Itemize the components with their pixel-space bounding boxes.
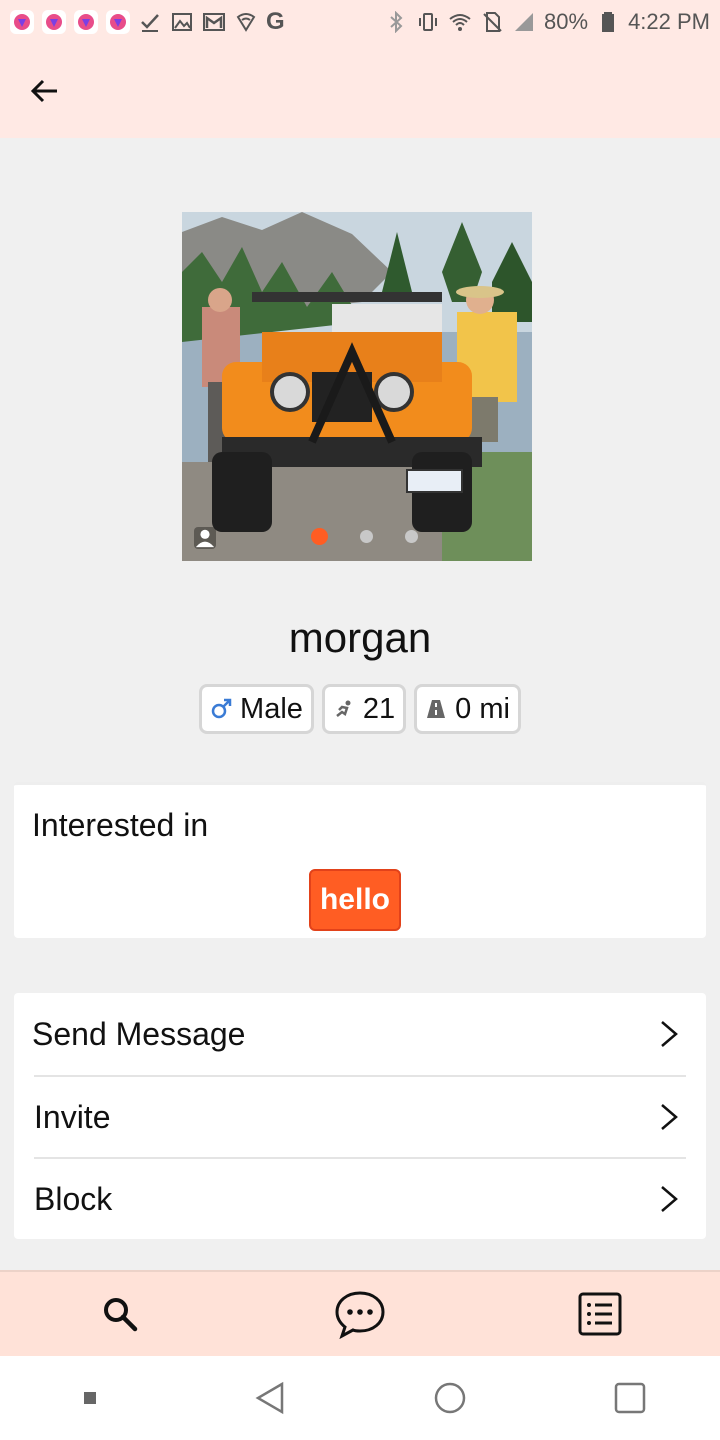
arrow-left-icon: [30, 79, 57, 103]
wifi-icon: [448, 10, 472, 34]
interest-chip[interactable]: hello: [309, 869, 401, 931]
back-triangle-icon: [255, 1381, 284, 1415]
bluetooth-icon: [384, 10, 408, 34]
invite-label: Invite: [34, 1098, 111, 1135]
chevron-right-icon: [661, 1021, 678, 1047]
signal-icon: [512, 10, 536, 34]
gmail-icon: [202, 10, 226, 34]
no-sim-icon: [480, 10, 504, 34]
distance-tag: 0 mi: [414, 684, 521, 734]
actions-card: Send Message Invite Block: [14, 993, 706, 1239]
gender-label: Male: [240, 692, 303, 725]
app-notification-icon: [10, 10, 34, 34]
app-notification-icon: [42, 10, 66, 34]
interests-card: Interested in hello: [14, 782, 706, 938]
nav-chat-button[interactable]: [320, 1279, 400, 1349]
send-message-label: Send Message: [32, 1015, 246, 1052]
image-icon: [170, 10, 194, 34]
google-icon: G: [266, 8, 285, 35]
square-dot-icon: [84, 1392, 96, 1404]
chat-bubble-icon: [335, 1291, 385, 1339]
running-person-icon: [336, 700, 351, 717]
block-button[interactable]: Block: [34, 1157, 686, 1239]
distance-label: 0 mi: [455, 692, 510, 725]
bottom-nav: [0, 1270, 720, 1356]
chevron-right-icon: [661, 1186, 678, 1212]
block-label: Block: [34, 1180, 113, 1217]
app-bar: [0, 44, 720, 138]
profile-photo: [182, 212, 532, 561]
vpn-shield-icon: [234, 10, 258, 34]
age-tag: 21: [321, 684, 407, 734]
road-icon: [427, 700, 446, 718]
carousel-dot-active[interactable]: [310, 528, 328, 545]
profile-photo-carousel[interactable]: [182, 212, 532, 561]
system-home-button[interactable]: [415, 1363, 485, 1433]
recents-square-icon: [614, 1382, 646, 1414]
age-label: 21: [362, 692, 396, 725]
battery-percent: 80%: [544, 9, 589, 34]
interests-title: Interested in: [32, 807, 209, 843]
list-icon: [578, 1292, 622, 1336]
clock: 4:22 PM: [628, 9, 710, 34]
system-status: 80% 4:22 PM: [384, 9, 710, 35]
profile-name: morgan: [288, 614, 432, 661]
carousel-dot[interactable]: [359, 530, 373, 543]
battery-icon: [596, 10, 620, 34]
invite-button[interactable]: Invite: [34, 1075, 686, 1157]
nav-list-button[interactable]: [560, 1279, 640, 1349]
notification-icons: G: [10, 8, 285, 36]
app-notification-icon: [74, 10, 98, 34]
chevron-right-icon: [661, 1104, 678, 1130]
search-icon: [104, 1298, 138, 1332]
check-icon: [138, 10, 162, 34]
send-message-button[interactable]: Send Message: [14, 993, 706, 1075]
app-notification-icon: [106, 10, 130, 34]
vibrate-icon: [416, 10, 440, 34]
carousel-dot[interactable]: [404, 530, 418, 543]
system-recents-button[interactable]: [595, 1363, 665, 1433]
profile-tags: Male 21 0 mi: [0, 684, 720, 734]
nav-search-button[interactable]: [80, 1279, 160, 1349]
system-dot-button[interactable]: [55, 1363, 125, 1433]
carousel-dots: [182, 528, 532, 545]
system-back-button[interactable]: [235, 1363, 305, 1433]
gender-tag: Male: [199, 684, 314, 734]
home-circle-icon: [434, 1382, 466, 1414]
status-bar: G 80% 4:22 PM: [0, 0, 720, 44]
male-symbol-icon: [211, 698, 232, 719]
back-button[interactable]: [22, 68, 68, 114]
system-nav-bar: [0, 1356, 720, 1440]
